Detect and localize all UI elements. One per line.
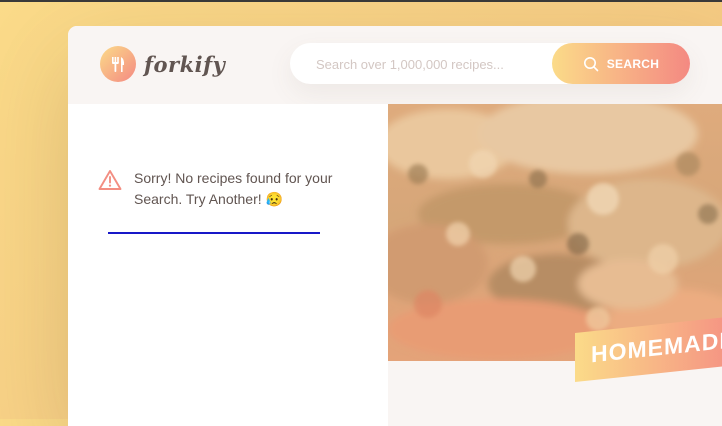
search-results-panel: Sorry! No recipes found for your Search.…	[68, 104, 388, 426]
browser-top-edge	[0, 0, 722, 2]
search-input[interactable]	[314, 43, 558, 86]
error-message-box: Sorry! No recipes found for your Search.…	[98, 168, 343, 210]
fork-knife-icon	[100, 46, 136, 82]
search-button-label: SEARCH	[606, 56, 660, 71]
search-form: SEARCH	[290, 43, 690, 86]
app-container: forkify SEARCH Sorry! No recipes found f…	[68, 26, 722, 426]
logo-text: forkify	[144, 51, 226, 77]
alert-triangle-icon	[98, 170, 122, 190]
error-message-text: Sorry! No recipes found for your Search.…	[134, 170, 333, 207]
recipe-panel: HOMEMADE	[388, 104, 722, 426]
results-divider	[108, 232, 320, 234]
header: forkify SEARCH	[68, 26, 722, 104]
search-icon	[583, 56, 599, 71]
search-button[interactable]: SEARCH	[552, 43, 690, 84]
logo[interactable]: forkify	[100, 46, 225, 82]
